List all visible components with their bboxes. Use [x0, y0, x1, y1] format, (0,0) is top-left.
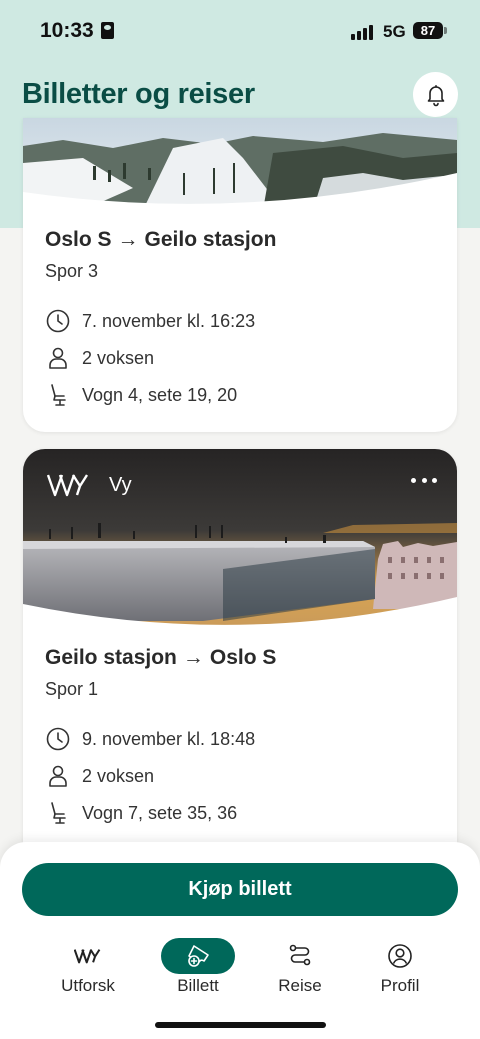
departure-row: 9. november kl. 18:48 — [45, 726, 255, 752]
person-icon — [49, 765, 67, 787]
tab-profil[interactable]: Profil — [350, 938, 450, 998]
more-icon — [411, 477, 416, 483]
arrow-right-icon: → — [182, 646, 204, 669]
ski-slope-image — [23, 118, 457, 210]
tab-label: Reise — [278, 976, 322, 995]
vy-logo-icon — [74, 949, 101, 964]
tab-reise[interactable]: Reise — [250, 938, 350, 998]
track-label: Spor 3 — [45, 261, 99, 281]
seat-info: Vogn 7, sete 35, 36 — [82, 802, 238, 823]
tab-billett[interactable]: Billett — [148, 938, 248, 998]
person-icon — [49, 347, 67, 369]
status-bar: 10:33 5G 87 — [0, 0, 480, 60]
passenger-count: 2 voksen — [82, 347, 155, 368]
status-time: 10:33 — [40, 19, 94, 42]
seat-info: Vogn 4, sete 19, 20 — [82, 384, 238, 405]
page-title: Billetter og reiser — [22, 78, 255, 110]
battery-icon: 87 — [413, 22, 443, 39]
ticket-card[interactable]: Vy Geilo stasjon → Oslo S Spor 1 9. novemb… — [23, 449, 457, 879]
destination-station: Oslo S — [209, 646, 277, 669]
departure-row: 7. november kl. 16:23 — [45, 308, 255, 334]
ticket-card[interactable]: Oslo S → Geilo stasjon Spor 3 7. november … — [23, 118, 457, 432]
operator-name: Vy — [109, 474, 132, 496]
arrow-right-icon: → — [117, 228, 139, 251]
origin-station: Geilo stasjon — [45, 646, 177, 669]
passengers-row: 2 voksen — [45, 345, 154, 371]
more-options-button[interactable] — [411, 473, 437, 487]
departure-datetime: 9. november kl. 18:48 — [82, 728, 256, 749]
active-tab-indicator — [161, 938, 235, 974]
id-card-icon — [101, 22, 114, 39]
clock-icon — [46, 727, 70, 751]
tab-label: Utforsk — [61, 976, 115, 995]
vy-logo-icon — [47, 474, 89, 497]
tab-label: Billett — [177, 976, 219, 995]
network-type: 5G — [383, 22, 406, 41]
route-title: Oslo S → Geilo stasjon — [45, 228, 276, 252]
passenger-count: 2 voksen — [82, 765, 155, 786]
seat-icon — [51, 802, 66, 824]
bottom-sheet: Kjøp billett Utforsk Billett Reise Profi… — [0, 842, 480, 1039]
ticket-add-icon — [188, 945, 209, 967]
signal-icon — [351, 24, 377, 40]
departure-datetime: 7. november kl. 16:23 — [82, 310, 256, 331]
bell-icon — [427, 84, 444, 106]
route-icon — [289, 944, 311, 966]
track-label: Spor 1 — [45, 679, 99, 699]
tab-label: Profil — [380, 976, 420, 995]
battery-tip — [444, 27, 447, 34]
passengers-row: 2 voksen — [45, 763, 154, 789]
destination-station: Geilo stasjon — [144, 228, 277, 251]
home-indicator[interactable] — [155, 1022, 326, 1028]
seat-row: Vogn 4, sete 19, 20 — [45, 382, 237, 408]
origin-station: Oslo S — [45, 228, 112, 251]
profile-icon — [388, 944, 412, 968]
seat-row: Vogn 7, sete 35, 36 — [45, 800, 237, 826]
tab-utforsk[interactable]: Utforsk — [38, 938, 138, 998]
notifications-button[interactable] — [413, 72, 458, 117]
clock-icon — [46, 309, 70, 333]
seat-icon — [51, 384, 66, 406]
buy-ticket-button[interactable]: Kjøp billett — [22, 863, 458, 916]
route-title: Geilo stasjon → Oslo S — [45, 646, 276, 670]
